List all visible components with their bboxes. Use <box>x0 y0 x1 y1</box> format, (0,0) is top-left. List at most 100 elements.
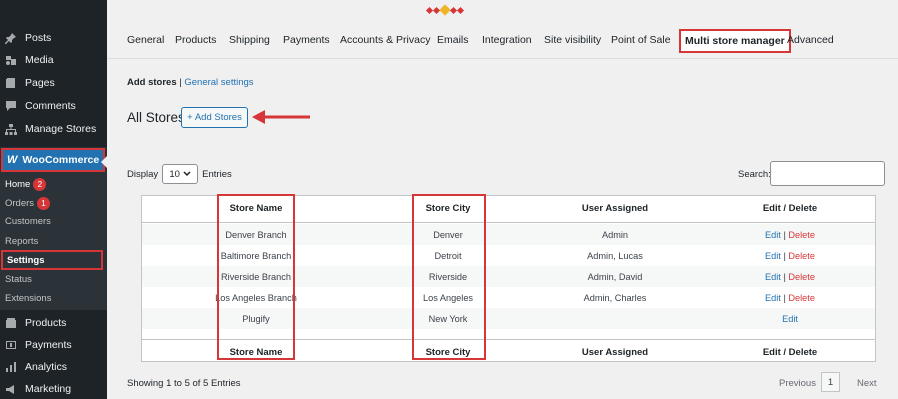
entries-label: Entries <box>202 168 232 180</box>
top-bar <box>107 0 898 23</box>
sidebar-item-manage-stores[interactable]: Manage Stores <box>0 118 107 140</box>
tab-integration[interactable]: Integration <box>482 34 532 46</box>
entries-select-value: 10 <box>169 168 180 180</box>
subnav-current: Add stores <box>127 77 177 88</box>
edit-link[interactable]: Edit <box>765 293 781 303</box>
tab-site-visibility[interactable]: Site visibility <box>544 34 601 46</box>
sidebar-item-label: Pages <box>25 77 55 89</box>
pagination-next[interactable]: Next <box>857 378 877 389</box>
edit-link[interactable]: Edit <box>765 251 781 261</box>
notification-badge: 1 <box>37 196 51 210</box>
add-stores-button[interactable]: + Add Stores <box>181 107 248 128</box>
delete-link[interactable]: Delete <box>788 293 815 303</box>
entries-select[interactable]: 10 <box>162 164 199 184</box>
table-info: Showing 1 to 5 of 5 Entries <box>127 378 241 389</box>
sidebar-item-marketing[interactable]: Marketing <box>0 378 107 399</box>
admin-sidebar: Posts Media Pages Comments Manage Stores… <box>0 0 107 399</box>
sidebar-item-woocommerce[interactable]: W WooCommerce <box>1 148 107 172</box>
subnav-general-settings-link[interactable]: General settings <box>184 77 253 88</box>
sidebar-item-label: Products <box>25 317 67 329</box>
sidebar-item-label: Payments <box>25 339 72 351</box>
cell-user-assigned: Admin <box>601 230 629 240</box>
delete-link[interactable]: Delete <box>788 272 815 282</box>
tab-multi-store-manager[interactable]: Multi store manager <box>679 29 791 53</box>
submenu-home[interactable]: Home 2 <box>5 176 47 192</box>
entries-length-control: Display 10 Entries <box>127 164 232 184</box>
sidebar-item-label: Analytics <box>25 361 68 373</box>
tab-advanced[interactable]: Advanced <box>787 34 834 46</box>
page-title: All Stores <box>127 110 185 125</box>
cell-actions: Edit | Delete <box>740 251 840 261</box>
payments-icon <box>5 339 17 351</box>
cell-actions: Edit | Delete <box>740 230 840 240</box>
sidebar-item-label: Posts <box>25 32 52 44</box>
sidebar-item-products[interactable]: Products <box>0 312 107 334</box>
tab-shipping[interactable]: Shipping <box>229 34 270 46</box>
tabs-divider <box>107 58 898 59</box>
delete-link[interactable]: Delete <box>788 230 815 240</box>
comments-icon <box>5 100 17 112</box>
current-menu-arrow-icon <box>101 156 107 168</box>
column-header-edit-delete[interactable]: Edit / Delete <box>740 203 840 214</box>
pagination-page-1[interactable]: 1 <box>821 372 840 392</box>
cell-actions: Edit | Delete <box>740 293 840 303</box>
annotation-arrow-icon <box>252 110 310 124</box>
tab-products[interactable]: Products <box>175 34 216 46</box>
notification-badge: 2 <box>33 177 47 191</box>
media-icon <box>5 54 17 66</box>
submenu-orders[interactable]: Orders 1 <box>5 195 51 211</box>
edit-link[interactable]: Edit <box>765 230 781 240</box>
column-footer-user-assigned[interactable]: User Assigned <box>540 347 690 358</box>
tab-accounts-privacy[interactable]: Accounts & Privacy <box>340 34 430 46</box>
link-separator: | <box>783 293 786 303</box>
tab-general[interactable]: General <box>127 34 164 46</box>
tab-point-of-sale[interactable]: Point of Sale <box>611 34 671 46</box>
sidebar-item-label: Comments <box>25 100 76 112</box>
woocommerce-logo-icon: W <box>7 154 18 166</box>
edit-link[interactable]: Edit <box>782 314 798 324</box>
sidebar-item-posts[interactable]: Posts <box>0 27 107 49</box>
sidebar-item-media[interactable]: Media <box>0 49 107 71</box>
link-separator: | <box>783 251 786 261</box>
sidebar-item-label: Marketing <box>25 383 72 395</box>
sub-navigation: Add stores | General settings <box>127 77 254 88</box>
search-label: Search: <box>738 169 771 180</box>
pages-icon <box>5 77 17 89</box>
store-city-column-highlight <box>412 194 486 360</box>
sidebar-item-pages[interactable]: Pages <box>0 72 107 94</box>
cell-user-assigned: Admin, David <box>587 272 643 282</box>
sidebar-item-label: WooCommerce <box>22 154 100 166</box>
cell-user-assigned: Admin, Lucas <box>587 251 643 261</box>
tab-emails[interactable]: Emails <box>437 34 469 46</box>
delete-link[interactable]: Delete <box>788 251 815 261</box>
submenu-status[interactable]: Status <box>5 271 32 287</box>
column-footer-edit-delete[interactable]: Edit / Delete <box>740 347 840 358</box>
analytics-icon <box>5 361 17 373</box>
products-icon <box>5 317 17 329</box>
tab-payments[interactable]: Payments <box>283 34 330 46</box>
submenu-settings[interactable]: Settings <box>1 250 103 270</box>
sidebar-item-label: Media <box>25 54 54 66</box>
submenu-home-label: Home <box>5 178 31 190</box>
subnav-separator: | <box>179 77 182 88</box>
cell-actions: Edit | Delete <box>740 272 840 282</box>
submenu-reports[interactable]: Reports <box>5 233 38 249</box>
stores-icon <box>5 123 17 135</box>
sidebar-item-analytics[interactable]: Analytics <box>0 356 107 378</box>
sidebar-item-comments[interactable]: Comments <box>0 95 107 117</box>
sidebar-item-label: Manage Stores <box>25 123 97 135</box>
settings-tabs: General Products Shipping Payments Accou… <box>107 23 898 58</box>
column-header-user-assigned[interactable]: User Assigned <box>540 203 690 214</box>
pagination-previous[interactable]: Previous <box>779 378 816 389</box>
brand-logo-icon <box>425 4 465 16</box>
pin-icon <box>5 32 17 44</box>
cell-actions: Edit <box>740 314 840 324</box>
link-separator: | <box>783 230 786 240</box>
link-separator: | <box>783 272 786 282</box>
submenu-extensions[interactable]: Extensions <box>5 290 51 306</box>
sidebar-item-payments[interactable]: Payments <box>0 334 107 356</box>
store-name-column-highlight <box>217 194 295 360</box>
search-input[interactable] <box>770 161 885 186</box>
edit-link[interactable]: Edit <box>765 272 781 282</box>
submenu-customers[interactable]: Customers <box>5 213 51 229</box>
